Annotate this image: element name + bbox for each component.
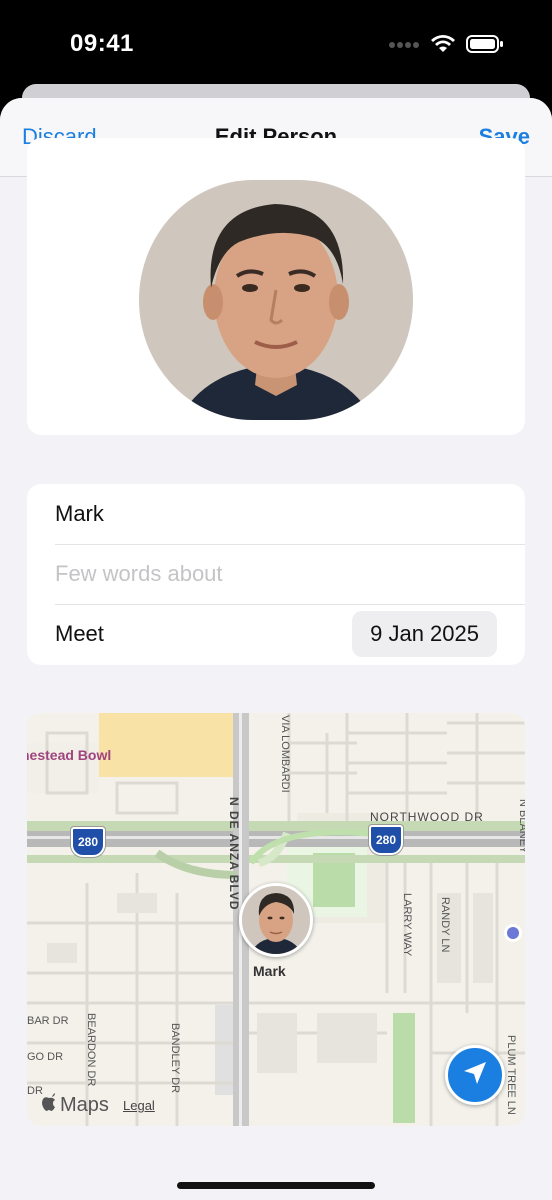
- pin-label: Mark: [253, 963, 286, 979]
- highway-shield: 280: [71, 827, 105, 857]
- meet-date-picker[interactable]: 9 Jan 2025: [352, 611, 497, 657]
- street-label: BANDLEY DR: [169, 1023, 181, 1094]
- name-row: [55, 484, 525, 545]
- status-time: 09:41: [70, 30, 134, 57]
- meet-label: Meet: [55, 621, 104, 646]
- street-label: GO DR: [27, 1051, 64, 1063]
- street-label: BAR DR: [27, 1015, 69, 1027]
- person-photo[interactable]: [139, 180, 413, 420]
- about-row: [55, 544, 525, 605]
- highway-number: 280: [77, 835, 99, 849]
- maps-brand-label: Maps: [60, 1094, 109, 1116]
- name-field[interactable]: [55, 501, 475, 527]
- street-label: NORTHWOOD DR: [370, 810, 484, 824]
- street-label: N DE ANZA BLVD: [227, 797, 241, 911]
- street-label: PLUM TREE LN: [505, 1035, 517, 1115]
- edit-person-sheet: Discard Edit Person Save Mark Few words …: [0, 98, 552, 1200]
- street-label: LARRY WAY: [401, 893, 413, 957]
- location-arrow-icon: [461, 1059, 489, 1092]
- cellular-icon: [388, 38, 420, 56]
- street-label: VIA LOMBARDI: [279, 715, 291, 793]
- maps-attribution: Maps: [41, 1093, 109, 1118]
- battery-icon: [466, 34, 504, 59]
- wifi-icon: [430, 34, 456, 59]
- locate-button[interactable]: [445, 1045, 505, 1105]
- map-view[interactable]: nestead Bowl N DE ANZA BLVD VIA LOMBARDI…: [27, 713, 525, 1126]
- person-form: Meet 9 Jan 2025: [27, 484, 525, 665]
- street-label: N BLANEY: [517, 799, 525, 854]
- about-field[interactable]: [55, 561, 475, 587]
- status-bar: 09:41: [0, 0, 552, 90]
- person-map-pin[interactable]: [239, 883, 313, 957]
- street-label: BEARDON DR: [85, 1013, 97, 1087]
- street-label: RANDY LN: [439, 897, 451, 953]
- photo-card: [27, 138, 525, 435]
- apple-logo-icon: [41, 1093, 57, 1118]
- status-icons: [388, 34, 504, 59]
- legal-link[interactable]: Legal: [123, 1098, 155, 1113]
- highway-shield: 280: [369, 825, 403, 855]
- home-indicator: [177, 1182, 375, 1189]
- meet-row: Meet 9 Jan 2025: [55, 604, 525, 664]
- highway-number: 280: [375, 833, 397, 847]
- poi-label: nestead Bowl: [27, 747, 112, 763]
